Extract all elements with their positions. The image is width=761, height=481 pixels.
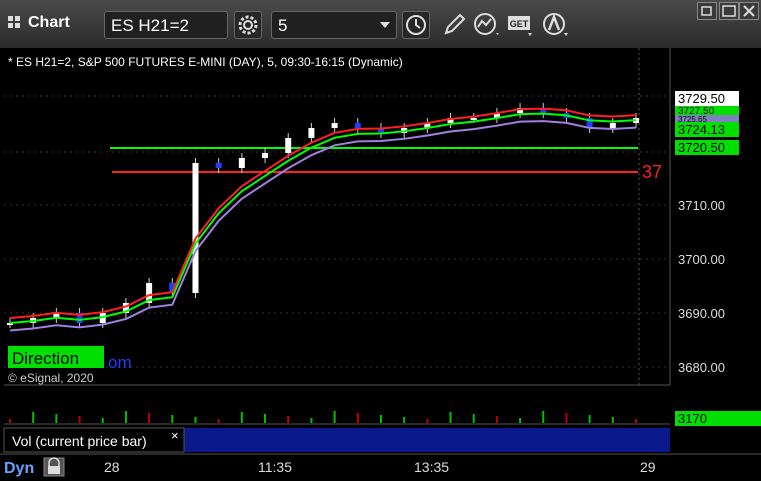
pencil-icon[interactable] — [440, 11, 470, 39]
volume-bar — [217, 419, 220, 423]
price-tags: 3729.50 3727.50 3725.65 3724.13 3720.50 — [675, 91, 739, 155]
volume-bar — [171, 415, 174, 423]
price-bar — [308, 128, 315, 138]
volume-bar — [124, 411, 127, 423]
cursor-icon[interactable] — [540, 11, 570, 39]
time-axis-label: 29 — [640, 459, 656, 475]
price-bar — [470, 118, 477, 120]
svg-text:GET: GET — [510, 19, 529, 29]
time-axis-label: 11:35 — [258, 459, 292, 475]
price-axis-label: 3690.00 — [678, 306, 725, 321]
price-bar — [331, 123, 338, 128]
volume-bar — [565, 413, 568, 423]
time-axis-label: 28 — [104, 459, 120, 475]
study-icon[interactable] — [472, 11, 502, 39]
volume-bar — [55, 414, 58, 423]
volume-bar — [449, 412, 452, 423]
window-title: Chart — [28, 14, 70, 31]
clock-icon — [406, 15, 426, 35]
chart-header: * ES H21=2, S&P 500 FUTURES E-MINI (DAY)… — [8, 55, 403, 69]
chart-grid-icon — [8, 16, 20, 28]
direction-label: Direction — [12, 349, 79, 368]
price-tag-4: 3724.13 — [678, 122, 725, 137]
price-bar — [238, 158, 245, 168]
volume-bar — [101, 418, 104, 423]
price-bar — [285, 138, 292, 153]
volume-bar — [426, 419, 429, 423]
level-label-red: 37 — [642, 162, 662, 182]
get-icon[interactable]: GET — [506, 11, 536, 39]
volume-bar — [194, 417, 197, 423]
price-bar — [262, 153, 269, 158]
settings-button[interactable] — [234, 11, 262, 39]
dynamic-mode-label[interactable]: Dyn — [4, 460, 34, 477]
volume-bar — [403, 417, 406, 423]
title-bar-spacer — [597, 2, 693, 20]
volume-bar — [78, 416, 81, 423]
volume-bar — [588, 415, 591, 423]
price-axis-label: 3710.00 — [678, 198, 725, 213]
volume-bar — [287, 416, 290, 423]
toolbar: Chart ES H21=2 5 GET — [0, 0, 761, 49]
chart-area: * ES H21=2, S&P 500 FUTURES E-MINI (DAY)… — [0, 48, 761, 481]
price-tag-last: 3729.50 — [678, 91, 725, 106]
interval-value: 5 — [278, 16, 288, 35]
volume-bar — [472, 414, 475, 423]
volume-bar — [333, 411, 336, 423]
symbol-value: ES H21=2 — [111, 16, 189, 35]
volume-bar — [495, 416, 498, 423]
volume-bar — [240, 412, 243, 423]
volume-bar — [519, 418, 522, 423]
time-axis-label: 13:35 — [414, 459, 449, 475]
restore-button[interactable] — [697, 2, 717, 20]
volume-bar — [611, 417, 614, 423]
close-icon — [743, 5, 755, 17]
maximize-icon — [722, 5, 736, 17]
volume-value: 3170 — [678, 411, 707, 426]
interval-dropdown[interactable]: 5 — [271, 11, 397, 39]
volume-bar — [635, 419, 637, 423]
volume-bar — [356, 413, 359, 423]
price-bar — [215, 163, 222, 168]
partial-link[interactable]: om — [108, 353, 132, 372]
price-bar — [192, 163, 199, 293]
volume-bar — [9, 419, 11, 423]
price-axis-label: 3700.00 — [678, 252, 725, 267]
volume-bar — [542, 411, 545, 423]
copyright: © eSignal, 2020 — [8, 371, 94, 385]
price-bar — [609, 123, 616, 128]
price-tag-5: 3720.50 — [678, 140, 725, 155]
gear-icon — [238, 15, 258, 35]
close-button[interactable] — [739, 2, 759, 20]
volume-bar — [148, 413, 151, 423]
time-button[interactable] — [402, 11, 430, 39]
chevron-down-icon — [380, 22, 390, 28]
restore-icon — [701, 6, 712, 16]
close-study-icon[interactable]: × — [171, 428, 179, 443]
volume-panel — [4, 388, 670, 424]
volume-bar — [310, 418, 313, 423]
chart-window: Chart ES H21=2 5 GET * ES H21=2, S&P 500… — [0, 0, 761, 481]
volume-bar — [32, 412, 35, 423]
symbol-input[interactable]: ES H21=2 — [104, 11, 228, 39]
study-label: Vol (current price bar) — [12, 433, 147, 449]
price-axis-label: 3680.00 — [678, 360, 725, 375]
volume-bar — [379, 415, 382, 423]
volume-bar — [264, 414, 267, 423]
maximize-button[interactable] — [719, 2, 739, 20]
price-bar — [354, 123, 361, 128]
